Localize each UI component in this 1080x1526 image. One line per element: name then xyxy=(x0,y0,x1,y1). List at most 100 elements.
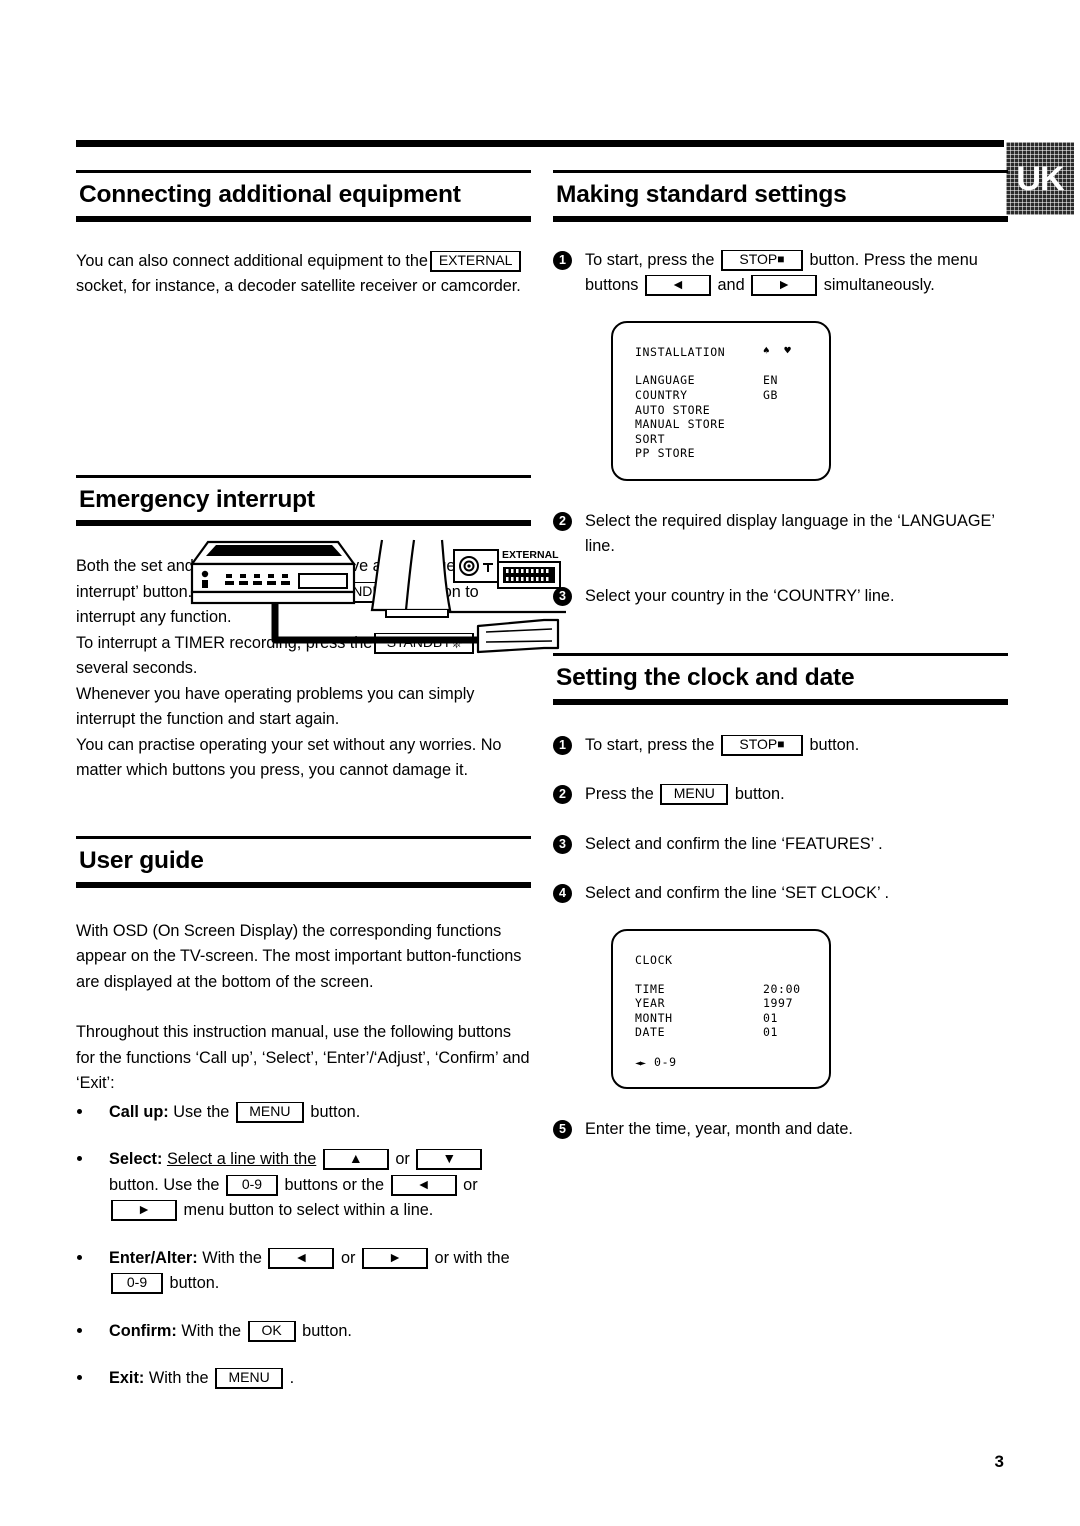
heading-rule-bottom xyxy=(553,698,1008,705)
standard-settings-steps-2: 2 Select the required display language i… xyxy=(553,509,1008,610)
osd-row: AUTO STORE xyxy=(635,403,829,418)
bullet-text-a: With the xyxy=(202,1248,262,1267)
step-text-b: button. xyxy=(809,735,860,754)
key-left-arrow[interactable]: ◄ xyxy=(644,275,711,297)
key-right-arrow[interactable]: ► xyxy=(362,1247,429,1269)
osd-row: COUNTRY GB xyxy=(635,388,829,403)
step-text: Select and confirm the line ‘FEATURES’ . xyxy=(585,834,883,853)
osd-title: INSTALLATION xyxy=(635,344,726,359)
step-item-1: 1 To start, press the STOP■ button. Pres… xyxy=(553,248,1008,299)
osd-installation-screen: INSTALLATION ♠ ♥ LANGUAGE EN COUNTRY GB … xyxy=(611,320,831,481)
heading-rule-bottom xyxy=(76,881,531,888)
key-stop[interactable]: STOP■ xyxy=(720,249,803,271)
diagram-external-label: EXTERNAL xyxy=(502,549,559,561)
osd-footer: ◄► 0-9 xyxy=(635,1055,677,1072)
bullet-text-or: or xyxy=(395,1150,410,1169)
osd-row: YEAR 1997 xyxy=(635,996,829,1011)
list-item-enter-alter: Enter/Alter: With the ◄ or ► or with the… xyxy=(76,1246,531,1297)
list-item-select: Select: Select a line with the ▲ or ▼ bu… xyxy=(76,1147,531,1224)
key-left-arrow[interactable]: ◄ xyxy=(268,1247,335,1269)
step-text: Select and confirm the line ‘SET CLOCK’ … xyxy=(585,884,890,903)
osd-row-value: 1997 xyxy=(763,996,794,1011)
step-number-badge: 4 xyxy=(553,884,572,904)
key-stop-label: STOP xyxy=(739,735,778,752)
osd-title-row: CLOCK xyxy=(635,953,829,968)
user-guide-paragraph-2: Throughout this instruction manual, use … xyxy=(76,1023,530,1093)
key-left-arrow[interactable]: ◄ xyxy=(390,1174,457,1196)
key-stop[interactable]: STOP■ xyxy=(720,734,803,756)
bullet-text-a: With the xyxy=(181,1321,242,1340)
bullet-text-select-underlined: Select a line with the xyxy=(166,1150,317,1169)
osd-row-label: DATE xyxy=(635,1025,666,1040)
osd-title: CLOCK xyxy=(635,952,673,967)
step-item-2: 2 Select the required display language i… xyxy=(553,509,1008,560)
bullet-text-b: button. xyxy=(310,1102,361,1121)
bullet-text-d: menu button to select within a line. xyxy=(183,1201,434,1220)
osd-row-value: 20:00 xyxy=(763,981,801,996)
manual-page: UK Connecting additional equipment You c… xyxy=(0,0,1080,1526)
bullet-text-b: or with the xyxy=(434,1248,510,1267)
user-guide-paragraph-1: With OSD (On Screen Display) the corresp… xyxy=(76,921,522,991)
osd-clock-wrapper: CLOCK TIME 20:00 YEAR 1997 MONTH 01 DATE… xyxy=(611,928,1008,1089)
osd-row-label: AUTO STORE xyxy=(635,402,711,417)
osd-row: DATE 01 xyxy=(635,1025,829,1040)
bullet-dot xyxy=(77,1108,82,1114)
page-title-setting-clock: Setting the clock and date xyxy=(556,664,855,692)
osd-updown-indicator-icon: ♠ ♥ xyxy=(763,343,795,357)
stop-square-icon: ■ xyxy=(777,251,785,266)
connecting-body: You can also connect additional equipmen… xyxy=(76,249,531,300)
page-title-emergency: Emergency interrupt xyxy=(79,485,315,513)
osd-row-value: 01 xyxy=(763,1025,779,1040)
step-number-badge: 1 xyxy=(553,735,572,755)
step-text: Select the required display language in … xyxy=(585,511,995,556)
emergency-paragraph-4: You can practise operating your set with… xyxy=(76,735,502,780)
clock-steps: 1 To start, press the STOP■ button. 2 Pr… xyxy=(553,733,1008,907)
osd-clock-screen: CLOCK TIME 20:00 YEAR 1997 MONTH 01 DATE… xyxy=(611,928,831,1089)
key-menu[interactable]: MENU xyxy=(660,784,729,806)
bullet-text-a: Use the xyxy=(173,1102,230,1121)
key-menu[interactable]: MENU xyxy=(215,1368,284,1390)
right-column: Making standard settings 1 To start, pre… xyxy=(553,170,1008,1142)
step-number-badge: 1 xyxy=(553,250,572,270)
key-numeric-0-9[interactable]: 0-9 xyxy=(225,1174,278,1196)
key-ok[interactable]: OK xyxy=(247,1320,296,1342)
osd-row: MONTH 01 xyxy=(635,1011,829,1026)
key-stop-label: STOP xyxy=(739,250,778,267)
key-menu[interactable]: MENU xyxy=(235,1101,304,1123)
language-tab-label: UK xyxy=(1016,159,1064,198)
osd-footer-text: 0-9 xyxy=(654,1055,677,1070)
connecting-paragraph: You can also connect additional equipmen… xyxy=(76,249,531,300)
osd-title-row: INSTALLATION ♠ ♥ xyxy=(635,343,829,360)
user-guide-body: With OSD (On Screen Display) the corresp… xyxy=(76,919,531,1097)
list-item-exit: Exit: With the MENU . xyxy=(76,1366,531,1392)
osd-row-label: PP STORE xyxy=(635,446,696,461)
external-scart-socket-icon: EXTERNAL xyxy=(497,549,561,589)
step-text-a: To start, press the xyxy=(585,250,715,269)
key-right-arrow[interactable]: ► xyxy=(111,1200,177,1222)
osd-row: LANGUAGE EN xyxy=(635,373,829,388)
connecting-text-a: You can also connect additional equipmen… xyxy=(76,251,428,270)
key-up-arrow[interactable]: ▲ xyxy=(322,1149,389,1171)
bullet-label-confirm: Confirm: xyxy=(109,1321,177,1340)
left-column: Connecting additional equipment You can … xyxy=(76,170,566,1392)
bullet-text-a: With the xyxy=(148,1369,209,1388)
connection-diagram-svg: EXTERNAL xyxy=(189,539,566,654)
key-numeric-0-9[interactable]: 0-9 xyxy=(111,1273,163,1295)
key-right-arrow[interactable]: ► xyxy=(751,275,818,297)
osd-row-value: EN xyxy=(763,373,779,388)
key-external[interactable]: EXTERNAL xyxy=(429,250,522,272)
section-connecting-additional-equipment: Connecting additional equipment You can … xyxy=(76,170,531,300)
osd-row: MANUAL STORE xyxy=(635,417,829,432)
osd-row-label: MANUAL STORE xyxy=(635,417,726,432)
step-number-badge: 2 xyxy=(553,511,572,531)
step-text-a: To start, press the xyxy=(585,735,715,754)
key-down-arrow[interactable]: ▼ xyxy=(416,1149,483,1171)
bullet-text-b: button. xyxy=(302,1321,352,1340)
bullet-label-call-up: Call up: xyxy=(109,1102,169,1121)
step-number-badge: 5 xyxy=(553,1119,572,1139)
bullet-text-or-2: or xyxy=(463,1175,478,1194)
section-user-guide: User guide With OSD (On Screen Display) … xyxy=(76,835,531,1392)
section-making-standard-settings: Making standard settings 1 To start, pre… xyxy=(553,170,1008,609)
osd-row: SORT xyxy=(635,432,829,447)
osd-row-label: SORT xyxy=(635,431,666,446)
